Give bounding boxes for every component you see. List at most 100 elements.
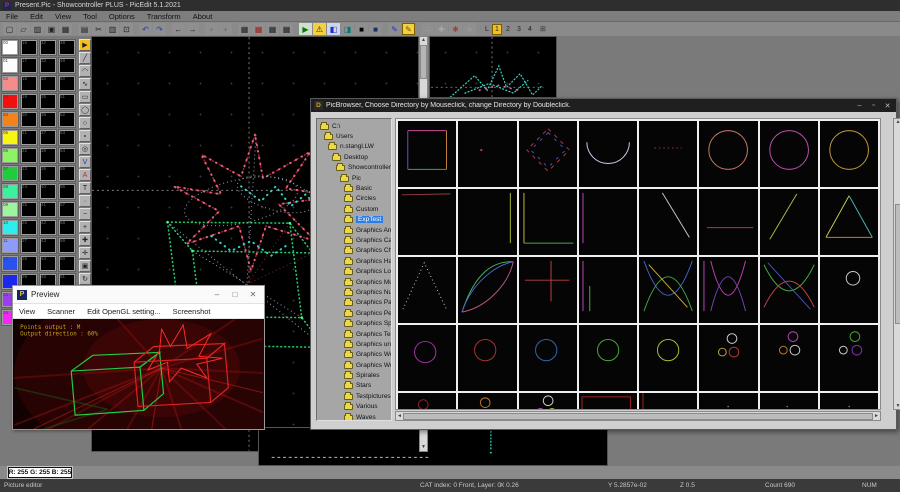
nudge-tool[interactable]: ✛ (79, 247, 91, 259)
cut-button[interactable]: ✂ (92, 23, 105, 35)
text-a-tool[interactable]: A (79, 169, 91, 181)
close-button[interactable]: ✕ (882, 102, 893, 110)
palette-swatch-8[interactable]: 08 (1, 183, 19, 200)
scroll-thumb[interactable] (403, 413, 873, 420)
thumbnail-11[interactable] (519, 189, 577, 255)
palette-swatch-32[interactable]: 32 (39, 39, 57, 56)
palette-swatch-10[interactable]: 10 (1, 219, 19, 236)
tree-item-graphics-unsorted[interactable]: Graphics unsorted (317, 339, 391, 349)
new-button[interactable]: ▢ (3, 23, 16, 35)
menu-tool[interactable]: Tool (77, 12, 103, 21)
palette-swatch-2[interactable]: 02 (1, 75, 19, 92)
scroll-up-icon[interactable]: ▲ (896, 119, 900, 125)
tree-item-c[interactable]: C:\ (317, 121, 391, 131)
tree-item-stars[interactable]: Stars (317, 381, 391, 391)
pin-button[interactable]: ✱ (449, 23, 462, 35)
tree-item-graphics-animal[interactable]: Graphics Animal (317, 225, 391, 235)
open-button[interactable]: ▱ (17, 23, 30, 35)
menu-options[interactable]: Options (103, 12, 141, 21)
preview-menu-scanner[interactable]: Scanner (41, 307, 81, 316)
palette-swatch-34[interactable]: 34 (39, 75, 57, 92)
thumbnail-24[interactable] (820, 257, 878, 323)
palette-swatch-1[interactable]: 01 (1, 57, 19, 74)
arc-tool[interactable]: ◠ (79, 65, 91, 77)
tree-item-spirales[interactable]: Spirales (317, 370, 391, 380)
minimize-button[interactable]: – (210, 290, 224, 299)
thumbnail-5[interactable] (639, 121, 697, 187)
thumbnail-38[interactable] (699, 393, 757, 410)
menu-about[interactable]: About (187, 12, 219, 21)
text-t-tool[interactable]: T (79, 182, 91, 194)
palette-swatch-54[interactable]: 54 (58, 147, 76, 164)
move-tool[interactable]: ✚ (79, 234, 91, 246)
tree-item-graphics-christmas[interactable]: Graphics Christmas (317, 246, 391, 256)
tree-item-n-stangl-lw[interactable]: n.stangl.LW (317, 142, 391, 152)
tree-item-waves[interactable]: Waves (317, 412, 391, 421)
print-button[interactable]: ▤ (78, 23, 91, 35)
scroll-thumb[interactable] (420, 45, 427, 79)
preview-menu-edit-opengl-setting[interactable]: Edit OpenGL setting... (81, 307, 167, 316)
paste-button[interactable]: ⊡ (120, 23, 133, 35)
palette-swatch-5[interactable]: 05 (1, 129, 19, 146)
grid-hscrollbar[interactable]: ◄ ► (395, 411, 881, 421)
palette-swatch-16[interactable]: 16 (20, 39, 38, 56)
thumbnail-18[interactable] (458, 257, 516, 323)
palette-swatch-39[interactable]: 39 (39, 165, 57, 182)
tree-item-testpictures[interactable]: Testpictures (317, 391, 391, 401)
save-all-button[interactable]: ▦ (59, 23, 72, 35)
thumbnail-27[interactable] (519, 325, 577, 391)
prev-frame-button[interactable]: ← (172, 23, 185, 35)
table-insert-button[interactable]: ▦ (238, 23, 251, 35)
thumbnail-8[interactable] (820, 121, 878, 187)
palette-swatch-28[interactable]: 28 (20, 255, 38, 272)
navy-frame-button[interactable]: ■ (369, 23, 382, 35)
palette-swatch-44[interactable]: 44 (39, 255, 57, 272)
palette-swatch-25[interactable]: 25 (20, 201, 38, 218)
tree-item-graphics-party[interactable]: Graphics Party (317, 298, 391, 308)
thumbnail-21[interactable] (639, 257, 697, 323)
black-frame-button[interactable]: ■ (355, 23, 368, 35)
preview-menu-view[interactable]: View (13, 307, 41, 316)
palette-swatch-57[interactable]: 57 (58, 201, 76, 218)
tree-item-users[interactable]: Users (317, 131, 391, 141)
tree-item-circles[interactable]: Circles (317, 194, 391, 204)
thumbnail-40[interactable] (820, 393, 878, 410)
scroll-down-icon[interactable]: ▼ (421, 444, 426, 451)
page-grid-icon[interactable]: ⊞ (538, 24, 548, 35)
thumbnail-35[interactable] (519, 393, 577, 410)
tree-item-exptest[interactable]: ExpTest (317, 215, 391, 225)
tree-item-graphics-women[interactable]: Graphics Women (317, 360, 391, 370)
tree-item-graphics-numbers[interactable]: Graphics Numbers (317, 287, 391, 297)
undo-button[interactable]: ↶ (139, 23, 152, 35)
thumbnail-12[interactable] (579, 189, 637, 255)
thumbnail-26[interactable] (458, 325, 516, 391)
palette-swatch-11[interactable]: 11 (1, 237, 19, 254)
maximize-button[interactable]: □ (228, 290, 242, 299)
palette-swatch-26[interactable]: 26 (20, 219, 38, 236)
thumbnail-30[interactable] (699, 325, 757, 391)
move-tool-button[interactable]: ✚ (435, 23, 448, 35)
thumbnail-6[interactable] (699, 121, 757, 187)
tree-item-graphics-music[interactable]: Graphics Music (317, 277, 391, 287)
tree-item-graphics-logos[interactable]: Graphics Logos (317, 266, 391, 276)
thumbnail-16[interactable] (820, 189, 878, 255)
open-folder-button[interactable]: ▨ (31, 23, 44, 35)
remove-tool[interactable]: − (79, 208, 91, 220)
palette-swatch-33[interactable]: 33 (39, 57, 57, 74)
menu-view[interactable]: View (49, 12, 77, 21)
tree-item-showcontroller[interactable]: Showcontroller (317, 163, 391, 173)
palette-swatch-43[interactable]: 43 (39, 237, 57, 254)
thumbnail-7[interactable] (760, 121, 818, 187)
thumbnail-33[interactable] (398, 393, 456, 410)
thumbnail-20[interactable] (579, 257, 637, 323)
palette-swatch-35[interactable]: 35 (39, 93, 57, 110)
menu-edit[interactable]: Edit (24, 12, 49, 21)
palette-swatch-3[interactable]: 03 (1, 93, 19, 110)
table-cols-button[interactable]: ▦ (280, 23, 293, 35)
tree-item-custom[interactable]: Custom (317, 204, 391, 214)
palette-swatch-22[interactable]: 22 (20, 147, 38, 164)
palette-swatch-55[interactable]: 55 (58, 165, 76, 182)
palette-swatch-4[interactable]: 04 (1, 111, 19, 128)
point-tool[interactable]: ∘ (79, 130, 91, 142)
menu-file[interactable]: File (0, 12, 24, 21)
